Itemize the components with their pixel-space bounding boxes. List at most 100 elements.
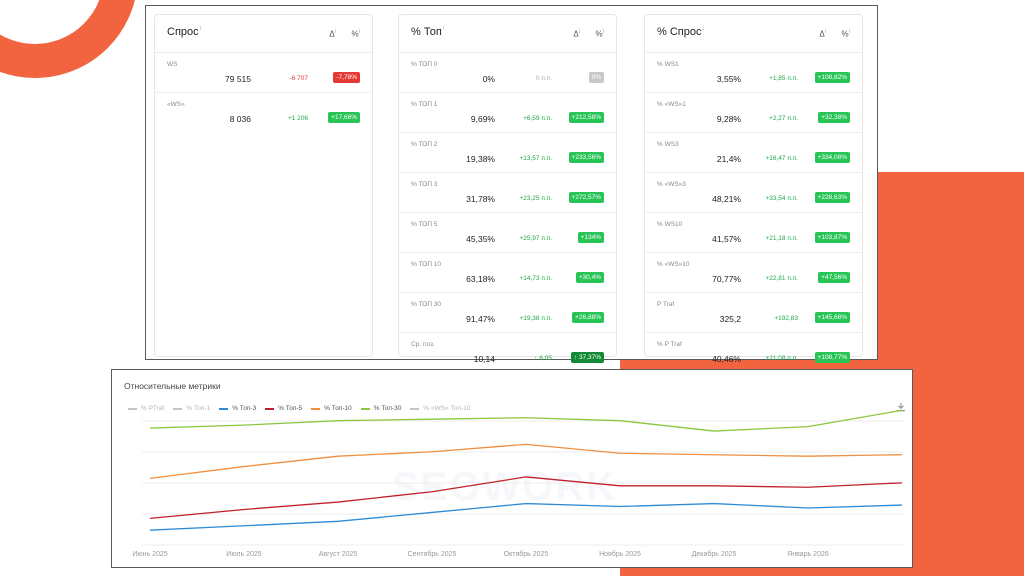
metric-delta: +13,57 п.п. — [519, 155, 552, 162]
metric-delta: +19,38 п.п. — [519, 315, 552, 322]
info-icon[interactable]: i — [335, 29, 336, 35]
metric-card: % Спросi Δi %i % WS1 3,55% +1,85 п.п. +108,82%… — [644, 14, 863, 364]
metric-label: % «WS»3 — [657, 181, 686, 188]
card-header: % Спросi Δi %i — [645, 15, 862, 53]
x-tick-label: Октябрь 2025 — [504, 550, 549, 558]
metric-value: 21,4% — [716, 154, 741, 164]
metric-percent-badge: +233,56% — [568, 152, 604, 163]
metric-label: % ТОП 3 — [411, 181, 438, 188]
info-icon[interactable]: i — [359, 29, 360, 35]
metric-label: % ТОП 5 — [411, 221, 438, 228]
relative-metrics-chart-panel: SEOWORK Относительные метрики % PTraf% Т… — [111, 369, 913, 568]
delta-column-header[interactable]: Δi — [329, 29, 336, 39]
x-tick-label: Январь 2026 — [787, 551, 829, 558]
metric-delta: 0 п.п. — [535, 75, 552, 82]
metric-delta: -6 707 — [289, 75, 308, 82]
delta-column-header[interactable]: Δi — [819, 29, 826, 39]
info-icon[interactable]: i — [825, 29, 826, 35]
metric-value: 79 515 — [225, 74, 251, 84]
metric-value: 45,35% — [466, 234, 495, 244]
metric-row: % «WS»10 70,77% +22,81 п.п. +47,56% — [645, 253, 862, 293]
metric-value: 41,57% — [712, 234, 741, 244]
metric-delta: +21,08 п.п. — [765, 355, 798, 362]
card-title: % Топi — [411, 26, 445, 38]
metric-value: 91,47% — [466, 314, 495, 324]
metric-value: 10,14 — [473, 354, 495, 364]
x-tick-label: Июнь 2025 — [132, 551, 167, 558]
metric-delta: +6,59 п.п. — [523, 115, 552, 122]
metric-row: % «WS»1 9,28% +2,27 п.п. +32,38% — [645, 93, 862, 133]
metric-row: % ТОП 1 9,69% +6,59 п.п. +212,58% — [399, 93, 616, 133]
metric-value: 8 036 — [229, 114, 251, 124]
metric-label: Ср. поз. — [411, 341, 435, 348]
metric-row: % WS3 21,4% +16,47 п.п. +334,08% — [645, 133, 862, 173]
metric-row: % P Traf 40,46% +21,08 п.п. +108,77% — [645, 333, 862, 372]
metric-delta: +23,25 п.п. — [519, 195, 552, 202]
metric-label: % ТОП 30 — [411, 301, 442, 308]
x-tick-label: Август 2025 — [319, 551, 358, 558]
card-title: % Спросi — [657, 26, 704, 38]
metric-percent-badge: +32,38% — [818, 112, 850, 123]
metric-percent-badge: +334,08% — [814, 152, 850, 163]
info-icon[interactable]: i — [200, 26, 201, 32]
metric-label: % ТОП 0 — [411, 61, 438, 68]
metric-label: % ТОП 10 — [411, 261, 442, 268]
metric-label: «WS» — [167, 101, 185, 108]
metric-delta: +33,54 п.п. — [765, 195, 798, 202]
delta-column-header[interactable]: Δi — [573, 29, 580, 39]
metric-label: % ТОП 1 — [411, 101, 438, 108]
metric-percent-badge: -7,78% — [333, 72, 360, 83]
x-tick-label: Ноябрь 2025 — [599, 550, 641, 558]
metric-delta: +1 206 — [287, 115, 308, 122]
metric-delta: +192,83 — [774, 315, 798, 322]
metric-percent-badge: +108,77% — [814, 352, 850, 363]
card-header: Спросi Δi %i — [155, 15, 372, 53]
metric-value: 63,18% — [466, 274, 495, 284]
metric-percent-badge: +228,63% — [814, 192, 850, 203]
decorative-ring-shape — [0, 0, 135, 78]
info-icon[interactable]: i — [443, 26, 444, 32]
metric-row: P Traf 325,2 +192,83 +145,68% — [645, 293, 862, 333]
metric-percent-badge: +108,82% — [814, 72, 850, 83]
x-tick-label: Сентябрь 2025 — [408, 550, 457, 558]
metric-delta: +21,18 п.п. — [765, 235, 798, 242]
metric-percent-badge: +145,68% — [814, 312, 850, 323]
metric-delta: +16,47 п.п. — [765, 155, 798, 162]
metric-delta: ↑ 6,05 — [534, 355, 552, 362]
metric-percent-badge: +30,4% — [575, 272, 604, 283]
metric-value: 70,77% — [712, 274, 741, 284]
x-tick-label: Декабрь 2025 — [692, 550, 737, 558]
metric-value: 48,21% — [712, 194, 741, 204]
metric-label: % WS10 — [657, 221, 683, 228]
metric-row: % «WS»3 48,21% +33,54 п.п. +228,63% — [645, 173, 862, 213]
x-tick-label: Июль 2025 — [226, 551, 261, 558]
info-icon[interactable]: i — [702, 26, 703, 32]
percent-column-header[interactable]: %i — [596, 29, 604, 39]
percent-column-header[interactable]: %i — [842, 29, 850, 39]
metric-row: % ТОП 30 91,47% +19,38 п.п. +26,88% — [399, 293, 616, 333]
metric-percent-badge: +103,87% — [814, 232, 850, 243]
info-icon[interactable]: i — [603, 29, 604, 35]
metric-row: % ТОП 2 19,38% +13,57 п.п. +233,56% — [399, 133, 616, 173]
metric-label: % P Traf — [657, 341, 682, 348]
card-header: % Топi Δi %i — [399, 15, 616, 53]
metric-label: % WS3 — [657, 141, 679, 148]
metric-value: 31,78% — [466, 194, 495, 204]
metric-label: % «WS»10 — [657, 261, 690, 268]
info-icon[interactable]: i — [579, 29, 580, 35]
metric-percent-badge: +47,56% — [818, 272, 850, 283]
metric-value: 325,2 — [719, 314, 741, 324]
metric-row: % ТОП 3 31,78% +23,25 п.п. +272,57% — [399, 173, 616, 213]
metric-card: Спросi Δi %i WS 79 515 -6 707 -7,78% «WS» 8 036 +… — [154, 14, 373, 357]
metric-label: % «WS»1 — [657, 101, 686, 108]
metric-delta: +22,81 п.п. — [765, 275, 798, 282]
metric-row: % WS10 41,57% +21,18 п.п. +103,87% — [645, 213, 862, 253]
metric-row: % WS1 3,55% +1,85 п.п. +108,82% — [645, 53, 862, 93]
metric-value: 0% — [482, 74, 495, 84]
metric-row: Ср. поз. 10,14 ↑ 6,05 ↑ 37,37% — [399, 333, 616, 372]
metric-delta: +25,97 п.п. — [519, 235, 552, 242]
info-icon[interactable]: i — [849, 29, 850, 35]
metric-percent-badge: 0% — [588, 72, 604, 83]
metric-row: WS 79 515 -6 707 -7,78% — [155, 53, 372, 93]
percent-column-header[interactable]: %i — [352, 29, 360, 39]
